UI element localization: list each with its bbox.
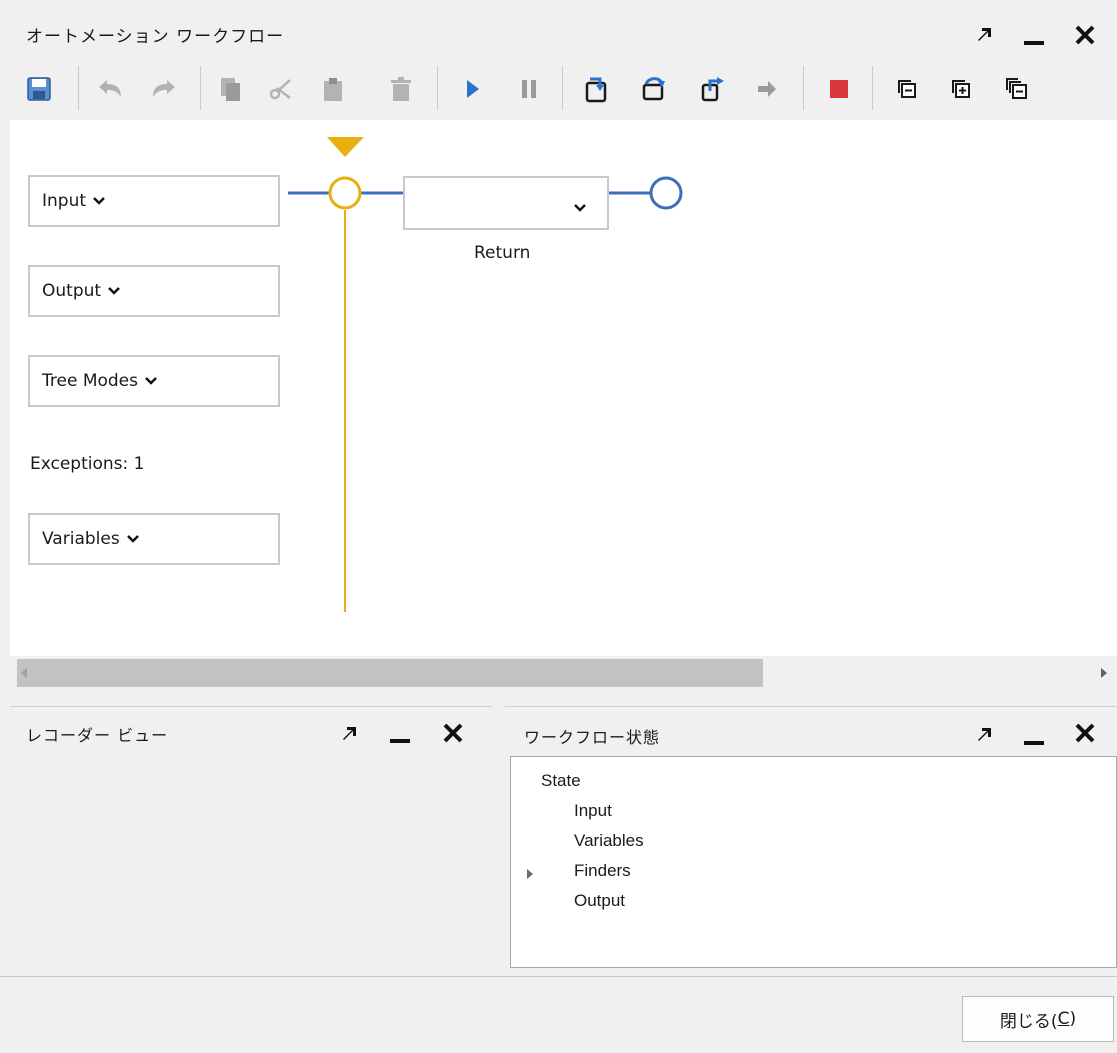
tree-item-state[interactable]: State [541, 771, 581, 791]
chevron-down-icon [107, 286, 121, 296]
tree-item-finders[interactable]: Finders [574, 861, 631, 881]
scroll-left-arrow-icon[interactable] [20, 664, 28, 683]
end-node [649, 176, 683, 210]
output-dropdown-label: Output [42, 281, 102, 301]
state-minimize-icon[interactable] [1022, 726, 1046, 750]
input-dropdown[interactable]: Input [28, 175, 280, 227]
start-marker-icon [327, 137, 364, 157]
recorder-close-icon[interactable] [442, 722, 464, 748]
recorder-minimize-icon[interactable] [388, 724, 412, 748]
state-dock-icon[interactable] [975, 724, 995, 748]
tree-modes-dropdown[interactable]: Tree Modes [28, 355, 280, 407]
variables-dropdown[interactable]: Variables [28, 513, 280, 565]
state-close-icon[interactable] [1074, 722, 1096, 748]
input-dropdown-label: Input [42, 191, 87, 211]
return-activity-dropdown[interactable] [403, 176, 609, 230]
recorder-dock-icon[interactable] [340, 723, 360, 747]
chevron-down-icon [92, 196, 106, 206]
exceptions-label[interactable]: Exceptions: 1 [30, 454, 144, 474]
output-dropdown[interactable]: Output [28, 265, 280, 317]
scroll-right-arrow-icon[interactable] [1100, 664, 1108, 683]
active-node [328, 176, 362, 210]
recorder-view-title: レコーダー ビュー [26, 726, 169, 745]
chevron-down-icon [573, 198, 587, 217]
tree-item-output[interactable]: Output [574, 891, 625, 911]
close-button-suffix: ) [1069, 1009, 1077, 1029]
chevron-down-icon [126, 534, 140, 544]
expand-arrow-icon[interactable] [526, 865, 534, 884]
workflow-state-title: ワークフロー状態 [524, 728, 661, 747]
tree-modes-dropdown-label: Tree Modes [42, 371, 138, 391]
return-activity-label: Return [474, 243, 531, 263]
close-button-label: 閉じる( [999, 1011, 1058, 1032]
close-button[interactable]: 閉じる(C) [962, 996, 1114, 1042]
variables-dropdown-label: Variables [42, 529, 120, 549]
scrollbar-thumb[interactable] [17, 659, 763, 687]
tree-item-variables[interactable]: Variables [574, 831, 644, 851]
close-button-accelerator: C [1057, 1009, 1070, 1029]
tree-item-input[interactable]: Input [574, 801, 612, 821]
chevron-down-icon [144, 376, 158, 386]
